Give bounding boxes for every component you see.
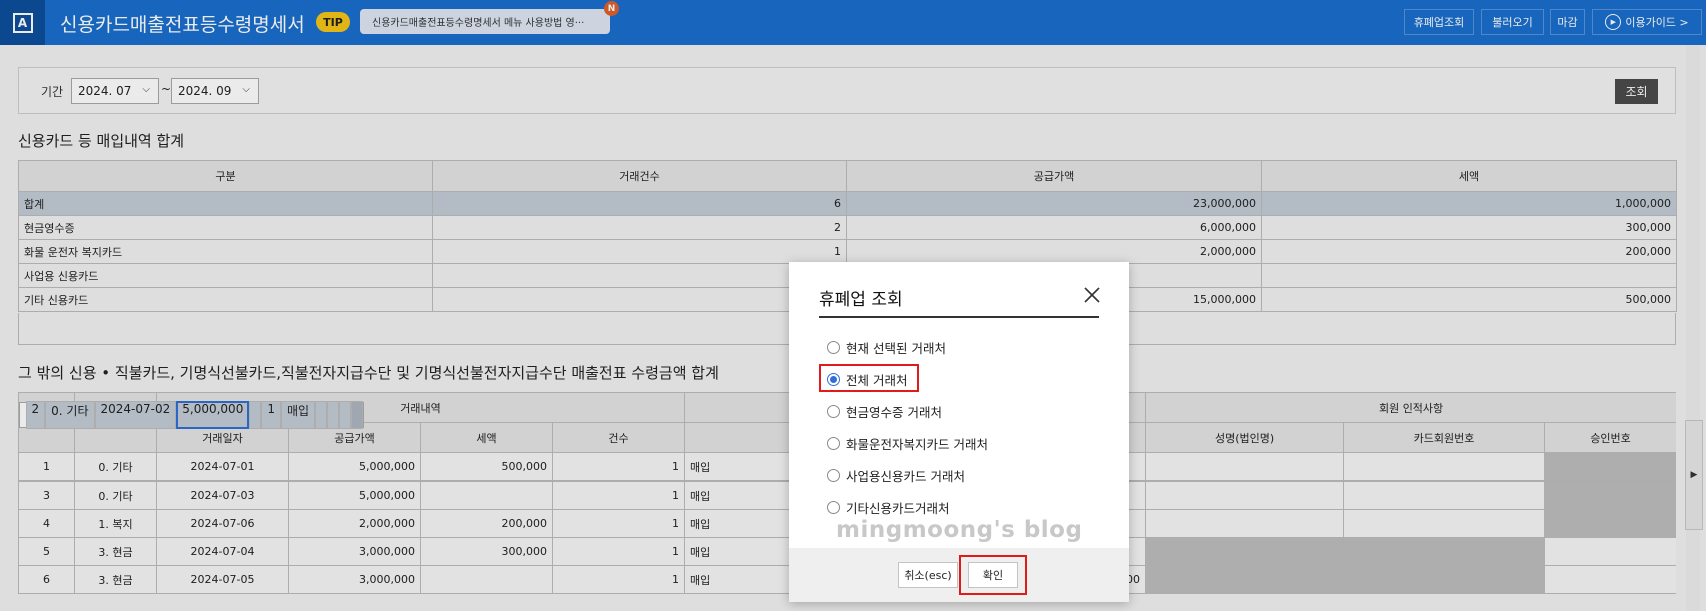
radio-label: 화물운전자복지카드 거래처: [846, 437, 988, 452]
blog-watermark: mingmoong's blog: [836, 517, 1083, 543]
radio-label: 사업용신용카드 거래처: [846, 469, 965, 484]
radio-other-card-clients[interactable]: 기타신용카드거래처: [827, 498, 950, 517]
radio-icon: [827, 437, 840, 450]
close-icon[interactable]: [1081, 284, 1103, 306]
dialog-footer: 취소(esc) 확인: [789, 548, 1129, 602]
radio-cash-receipt-clients[interactable]: 현금영수증 거래처: [827, 402, 942, 421]
radio-cargo-welfare-card-clients[interactable]: 화물운전자복지카드 거래처: [827, 434, 988, 453]
radio-icon: [827, 341, 840, 354]
dialog-title: 휴폐업 조회: [819, 290, 903, 310]
radio-label: 현금영수증 거래처: [846, 405, 942, 420]
radio-label: 현재 선택된 거래처: [846, 341, 946, 356]
radio-business-card-clients[interactable]: 사업용신용카드 거래처: [827, 466, 965, 485]
radio-icon: [827, 501, 840, 514]
radio-label: 전체 거래처: [846, 373, 908, 388]
dialog-divider: [819, 316, 1099, 318]
cancel-button[interactable]: 취소(esc): [898, 562, 958, 588]
confirm-button[interactable]: 확인: [968, 562, 1018, 588]
radio-all-clients[interactable]: 전체 거래처: [827, 370, 907, 389]
radio-icon: [827, 469, 840, 482]
radio-current-client[interactable]: 현재 선택된 거래처: [827, 338, 946, 357]
closure-lookup-dialog: 휴폐업 조회 현재 선택된 거래처 전체 거래처 현금영수증 거래처 화물운전자…: [789, 262, 1129, 602]
radio-selected-icon: [827, 373, 840, 386]
radio-icon: [827, 405, 840, 418]
radio-label: 기타신용카드거래처: [846, 501, 950, 516]
